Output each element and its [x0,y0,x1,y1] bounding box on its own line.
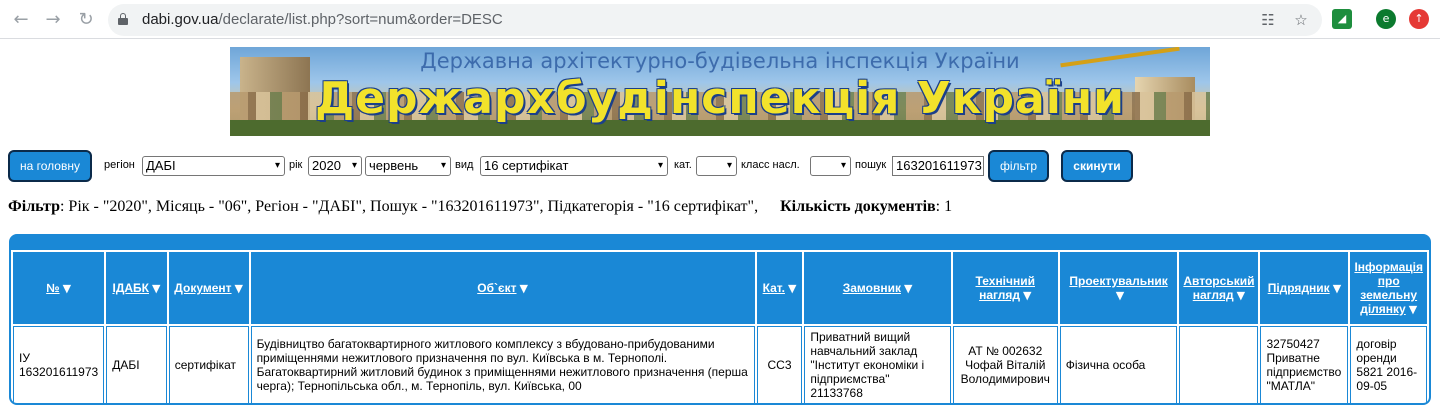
category-label: кат. [674,159,692,171]
reload-icon[interactable]: ↻ [75,9,97,31]
document-count-value: : 1 [935,198,953,215]
cell-author-supervision [1179,326,1259,403]
cell-num: ІУ 163201611973 [13,326,105,403]
home-button[interactable]: на головну [8,150,92,182]
filter-button[interactable]: фільтр [988,150,1049,182]
year-select[interactable]: 2020 ▾ [308,156,362,176]
column-header-tech-supervision[interactable]: Технічний нагляд ▼ [952,252,1058,324]
sort-arrow-icon: ▼ [151,282,161,295]
month-select[interactable]: червень ▾ [365,156,451,176]
class-label: класс насл. [741,159,800,171]
type-select[interactable]: 16 сертифікат ▾ [480,156,668,176]
sort-arrow-icon: ▼ [519,282,528,295]
filter-bar: на головну регіон ДАБІ ▾ рік 2020 ▾ червен… [8,150,1428,182]
chevron-down-icon: ▾ [657,160,663,171]
cell-object: Будівництво багатоквартирного житлового … [250,326,755,403]
year-label: рік [289,159,303,171]
chevron-down-icon: ▾ [274,160,280,171]
column-header-object[interactable]: Об`єкт ▼ [250,252,755,324]
reset-button[interactable]: скинути [1061,150,1133,182]
results-table-container: № ▼ ІДАБК ▼ Документ ▼ Об`єкт ▼ Кат. ▼ Замовн… [9,234,1431,405]
table-header-row: № ▼ ІДАБК ▼ Документ ▼ Об`єкт ▼ Кат. ▼ Замовн… [13,252,1427,324]
banner-subtitle: Державна архітектурно-будівельна інспекц… [420,49,1020,73]
chevron-down-icon: ▾ [440,160,446,171]
sort-arrow-icon: ▼ [1236,289,1246,302]
column-header-num[interactable]: № ▼ [13,252,105,324]
column-header-idabk[interactable]: ІДАБК ▼ [106,252,167,324]
search-label: пошук [855,159,887,171]
cell-contractor: 32750427 Приватне підприємство "МАТЛА" [1260,326,1349,403]
sort-arrow-icon: ▼ [1115,289,1125,302]
url-text: dabi.gov.ua/declarate/list.php?sort=num&… [142,11,503,28]
back-arrow-icon[interactable]: ← [10,9,32,31]
column-header-contractor[interactable]: Підрядник ▼ [1260,252,1349,324]
cell-category: СС3 [756,326,803,403]
cell-customer: Приватний вищий навчальний заклад "Інсти… [804,326,951,403]
translate-icon[interactable]: ☷ [1258,10,1278,30]
chevron-down-icon: ▾ [351,160,357,171]
region-label: регіон [104,159,135,171]
cell-designer: Фізична особа [1059,326,1178,403]
document-count-label: Кількість документів [780,198,936,215]
category-select[interactable]: ▾ [696,156,737,176]
sort-arrow-icon: ▼ [1332,282,1342,295]
column-header-customer[interactable]: Замовник ▼ [804,252,951,324]
browser-toolbar: ← → ↻ dabi.gov.ua/declarate/list.php?sor… [0,0,1440,39]
filter-summary: Фільтр: Рік - "2020", Місяць - "06", Рег… [8,198,952,216]
address-bar[interactable]: dabi.gov.ua/declarate/list.php?sort=num&… [108,4,1322,36]
forward-arrow-icon[interactable]: → [42,9,64,31]
site-banner: Державна архітектурно-будівельна інспекц… [230,47,1210,136]
sort-arrow-icon: ▼ [234,282,243,295]
column-header-land-info[interactable]: Інформація про земельну ділянку ▼ [1350,252,1427,324]
region-select[interactable]: ДАБІ ▾ [142,156,285,176]
column-header-document[interactable]: Документ ▼ [168,252,249,324]
table-row: ІУ 163201611973 ДАБІ сертифікат Будівниц… [13,326,1427,403]
banner-title: Держархбудінспекція України [314,73,1126,124]
update-icon[interactable]: ↑ [1409,9,1429,29]
sort-arrow-icon: ▼ [903,282,913,295]
type-label: вид [455,159,474,171]
sort-arrow-icon: ▼ [1408,303,1418,316]
sort-arrow-icon: ▼ [1022,289,1032,302]
column-header-category[interactable]: Кат. ▼ [756,252,803,324]
results-table: № ▼ ІДАБК ▼ Документ ▼ Об`єкт ▼ Кат. ▼ Замовн… [11,250,1429,403]
sort-arrow-icon: ▼ [62,282,72,295]
sort-arrow-icon: ▼ [787,282,797,295]
cell-tech-supervision: АТ № 002632 Чофай Віталій Володимирович [952,326,1058,403]
lock-icon [118,13,128,25]
cell-land-info: договір оренди 5821 2016-09-05 [1350,326,1427,403]
extension-icon[interactable]: ◢ [1332,9,1352,29]
chevron-down-icon: ▾ [726,160,732,171]
star-bookmark-icon[interactable]: ☆ [1291,10,1311,30]
filter-summary-text: : Рік - "2020", Місяць - "06", Регіон - … [59,198,759,215]
column-header-author-supervision[interactable]: Авторський нагляд ▼ [1179,252,1259,324]
class-select[interactable]: ▾ [810,156,851,176]
column-header-designer[interactable]: Проектувальник▼ [1059,252,1178,324]
cell-document: сертифікат [168,326,249,403]
cell-idabk: ДАБІ [106,326,167,403]
profile-avatar[interactable]: e [1376,9,1396,29]
chevron-down-icon: ▾ [840,160,846,171]
search-input[interactable]: 163201611973 [892,156,984,176]
filter-summary-label: Фільтр [8,198,60,215]
